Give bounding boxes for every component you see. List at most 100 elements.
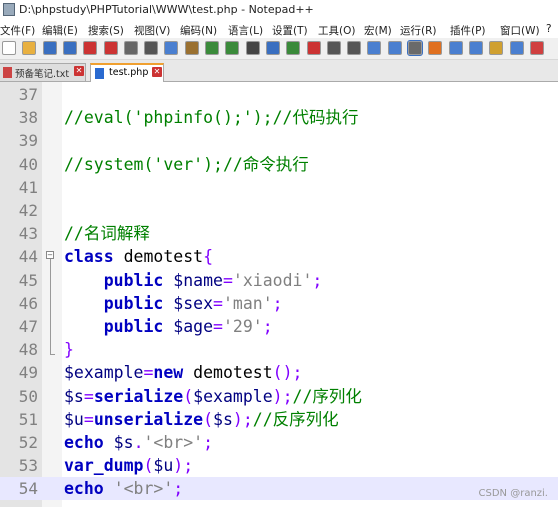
code-token: serialize <box>93 386 184 406</box>
record-icon[interactable] <box>529 41 544 55</box>
code-line[interactable]: 41 <box>0 176 558 199</box>
code-token: ( <box>203 409 214 429</box>
copy-icon[interactable] <box>164 41 179 55</box>
line-number: 52 <box>18 433 38 452</box>
code-token: $s <box>64 386 84 406</box>
notepad-app-icon <box>3 3 15 16</box>
doc-map-icon[interactable] <box>448 41 463 55</box>
code-token: ; <box>203 433 214 452</box>
func-list-icon[interactable] <box>468 41 483 55</box>
close-icon[interactable] <box>83 41 98 55</box>
undo-icon[interactable] <box>205 41 219 55</box>
code-token: $s <box>103 433 134 452</box>
code-token: public <box>103 270 164 290</box>
code-token: ); <box>272 386 293 406</box>
folder-icon[interactable] <box>489 41 504 55</box>
code-line[interactable]: 48} <box>0 338 558 361</box>
all-chars-icon[interactable] <box>387 41 402 55</box>
close-all-icon[interactable] <box>103 41 118 55</box>
line-number: 50 <box>18 386 38 406</box>
code-line[interactable]: 39 <box>0 129 558 152</box>
indent-guide-icon[interactable] <box>407 40 423 56</box>
code-token: '<br>' <box>143 433 204 452</box>
code-token: ( <box>143 456 154 476</box>
code-line[interactable]: 47 public $age='29'; <box>0 315 558 338</box>
sync-v-icon[interactable] <box>326 41 341 55</box>
menu-run[interactable]: 运行(R) <box>400 23 437 38</box>
code-line[interactable]: 54 echo '<br>'; <box>0 477 558 501</box>
code-line[interactable]: 38 //eval('phpinfo();');//代码执行 <box>0 106 558 129</box>
cut-icon[interactable] <box>144 41 159 55</box>
code-token: $s <box>213 409 233 429</box>
code-editor[interactable]: − 37 38//eval('phpinfo();');//代码执行 39 40//s… <box>0 82 558 507</box>
code-line[interactable]: 42 <box>0 199 558 222</box>
code-line[interactable]: 52 echo $s.'<br>'; <box>0 431 558 454</box>
line-number: 41 <box>18 177 38 197</box>
close-icon[interactable]: ✕ <box>74 66 84 76</box>
code-token: echo <box>64 433 104 452</box>
code-line[interactable]: 43 //名词解释 <box>0 222 558 245</box>
line-number: 39 <box>18 131 38 151</box>
lang-icon[interactable] <box>428 41 443 55</box>
code-token: $u <box>64 409 84 429</box>
monitor-icon[interactable] <box>509 41 524 55</box>
code-line[interactable]: 37 <box>0 83 558 106</box>
menu-language[interactable]: 语言(L) <box>228 23 263 38</box>
code-text: public $name='xiaodi'; <box>64 269 323 292</box>
code-text: $s=serialize($example);//序列化 <box>64 385 362 408</box>
print-icon[interactable] <box>123 41 138 55</box>
line-number: 38 <box>18 108 38 128</box>
wrap-icon[interactable] <box>367 41 382 55</box>
code-line[interactable]: 51 $u=unserialize($s);//反序列化 <box>0 408 558 431</box>
code-text: //system('ver');//命令执行 <box>64 153 309 176</box>
tab-label: 预备笔记.txt <box>15 69 70 80</box>
replace-icon[interactable] <box>265 41 280 55</box>
menu-view[interactable]: 视图(V) <box>134 23 170 38</box>
new-icon[interactable] <box>2 41 16 55</box>
save-all-icon[interactable] <box>62 41 77 55</box>
toolbar <box>0 38 558 60</box>
menu-macro[interactable]: 宏(M) <box>364 23 392 38</box>
code-text: public $sex='man'; <box>64 292 283 315</box>
sync-h-icon[interactable] <box>347 41 362 55</box>
code-token: var_dump <box>64 456 144 476</box>
code-token: ; <box>262 317 273 336</box>
paste-icon[interactable] <box>184 41 199 55</box>
menu-file[interactable]: 文件(F) <box>0 23 35 38</box>
save-icon[interactable] <box>42 41 57 55</box>
code-line[interactable]: 49 $example=new demotest(); <box>0 361 558 384</box>
zoom-in-icon[interactable] <box>286 41 301 55</box>
menu-window[interactable]: 窗口(W) <box>500 23 540 38</box>
menu-plugins[interactable]: 插件(P) <box>450 23 486 38</box>
code-token: '29' <box>222 317 263 336</box>
tab-notes[interactable]: 预备笔记.txt ✕ <box>0 63 86 81</box>
code-text: } <box>64 338 74 361</box>
redo-icon[interactable] <box>225 41 240 55</box>
code-token: 'xiaodi' <box>232 270 313 290</box>
menu-settings[interactable]: 设置(T) <box>272 23 308 38</box>
tab-test-php[interactable]: test.php ✕ <box>90 63 164 82</box>
code-token: ; <box>173 479 184 499</box>
code-line[interactable]: 53 var_dump($u); <box>0 454 558 477</box>
code-line[interactable]: 45 public $name='xiaodi'; <box>0 269 558 292</box>
code-text: class demotest{ <box>64 245 213 268</box>
menu-edit[interactable]: 编辑(E) <box>42 23 78 38</box>
find-icon[interactable] <box>245 41 260 55</box>
code-line[interactable]: 40 //system('ver');//命令执行 <box>0 153 558 176</box>
line-number: 46 <box>18 293 38 313</box>
menu-tools[interactable]: 工具(O) <box>318 23 355 38</box>
code-token: demotest <box>183 363 273 383</box>
code-token: //反序列化 <box>252 409 339 429</box>
code-line[interactable]: 46 public $sex='man'; <box>0 292 558 315</box>
close-icon[interactable]: ✕ <box>152 67 162 77</box>
menu-encoding[interactable]: 编码(N) <box>180 23 217 38</box>
code-line[interactable]: 50 $s=serialize($example);//序列化 <box>0 385 558 408</box>
code-text: echo $s.'<br>'; <box>64 431 213 454</box>
menu-help[interactable]: ? <box>546 23 552 35</box>
menu-search[interactable]: 搜索(S) <box>88 23 124 38</box>
code-text: //名词解释 <box>64 222 150 245</box>
open-icon[interactable] <box>22 41 37 55</box>
code-line[interactable]: 44 class demotest{ <box>0 245 558 268</box>
zoom-out-icon[interactable] <box>306 41 321 55</box>
